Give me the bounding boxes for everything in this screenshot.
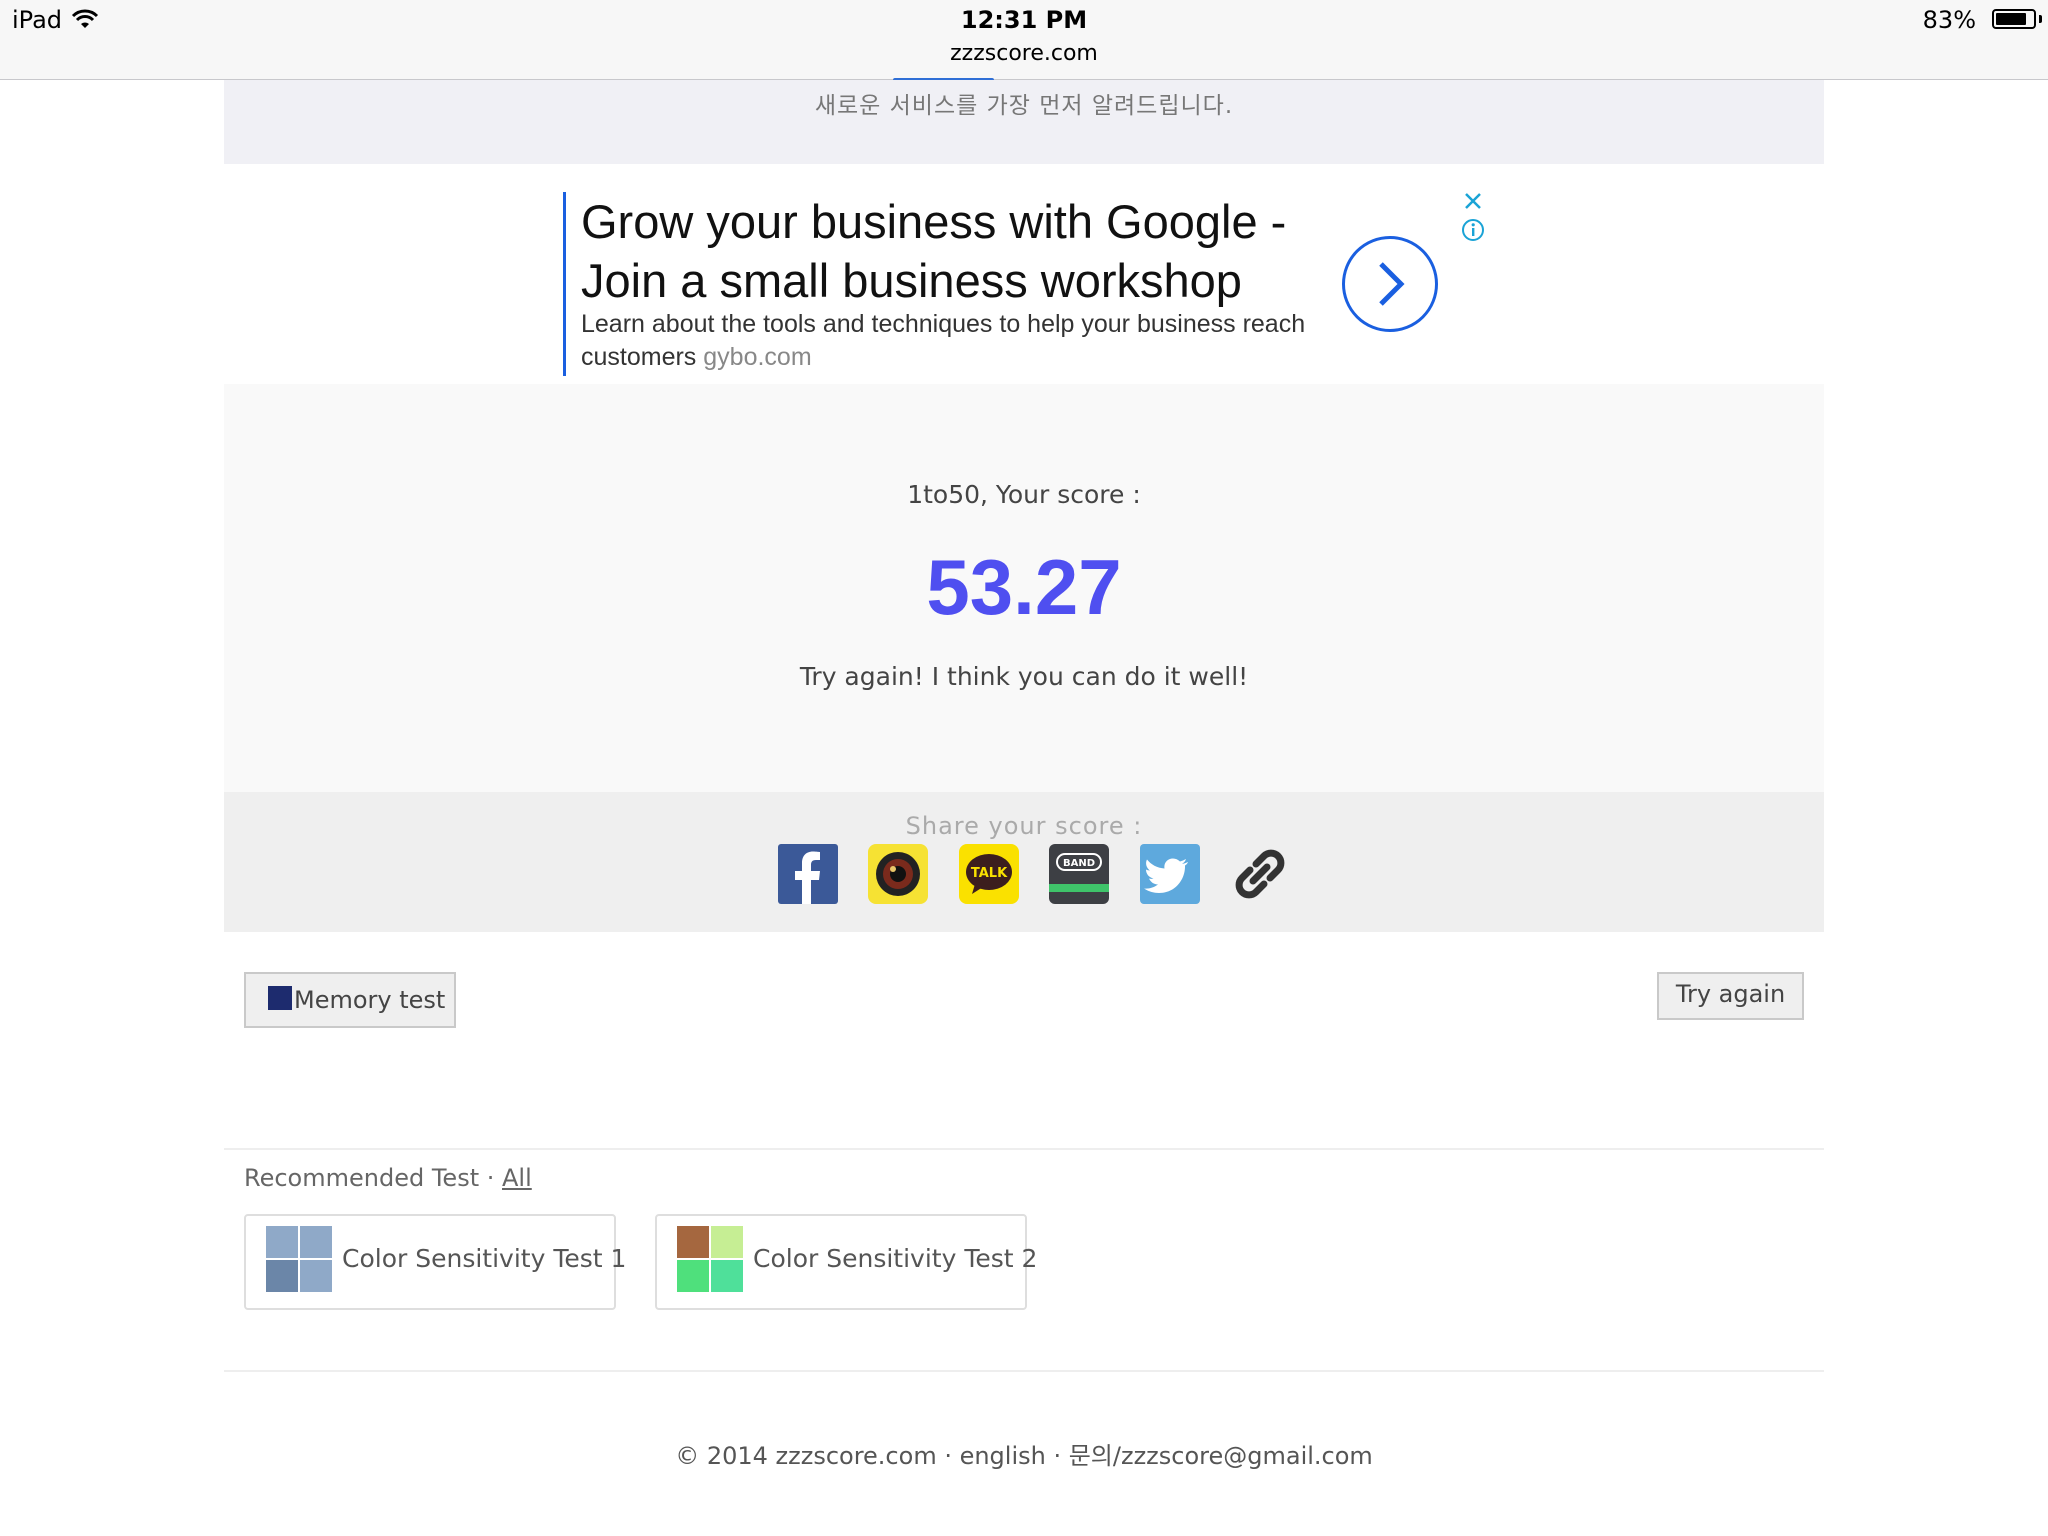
score-label: 1to50, Your score :: [907, 480, 1141, 509]
thumb-cell: [711, 1226, 743, 1258]
chevron-right-icon: [1379, 262, 1405, 306]
ad-body-text: Learn about the tools and techniques to …: [581, 310, 1306, 371]
try-again-label: Try again: [1675, 980, 1786, 1008]
link-icon: [1235, 849, 1285, 899]
camera-lens-icon: [876, 852, 920, 896]
share-band-button[interactable]: BAND: [1049, 844, 1109, 904]
ad-unit[interactable]: Grow your business with Google - Join a …: [563, 189, 1485, 376]
share-twitter-button[interactable]: [1140, 844, 1200, 904]
recommended-card[interactable]: Color Sensitivity Test 1: [244, 1214, 626, 1310]
ad-accent-bar: [563, 192, 566, 376]
divider: [224, 1148, 1824, 1150]
close-icon[interactable]: [1461, 189, 1485, 213]
ad-domain: gybo.com: [703, 343, 812, 371]
thumb-cell: [266, 1260, 298, 1292]
ad-body[interactable]: Learn about the tools and techniques to …: [581, 308, 1361, 374]
band-icon: BAND: [1049, 853, 1109, 892]
battery-fill: [1996, 13, 2026, 25]
recommended-card-label: Color Sensitivity Test 1: [342, 1244, 627, 1273]
signup-banner: 새로운 서비스를 가장 먼저 알려드립니다.: [224, 80, 1824, 164]
recommended-card-label: Color Sensitivity Test 2: [753, 1244, 1038, 1273]
divider: [224, 1370, 1824, 1372]
browser-chrome: iPad 12:31 PM 83% zzzscore.com: [0, 0, 2048, 80]
memory-test-button[interactable]: Memory test: [244, 972, 456, 1028]
recommended-card[interactable]: Color Sensitivity Test 2: [655, 1214, 1037, 1310]
color-grid-thumbnail-icon: [677, 1226, 743, 1292]
thumb-cell: [711, 1260, 743, 1292]
memory-test-label: Memory test: [294, 986, 446, 1014]
ad-headline[interactable]: Grow your business with Google - Join a …: [581, 192, 1361, 310]
thumb-cell: [677, 1226, 709, 1258]
share-label: Share your score :: [905, 812, 1143, 840]
address-bar[interactable]: zzzscore.com: [0, 41, 2048, 66]
facebook-icon: [795, 851, 820, 904]
share-facebook-button[interactable]: [778, 844, 838, 904]
color-grid-thumbnail-icon: [266, 1226, 332, 1292]
battery-nub: [2039, 15, 2042, 23]
kakaotalk-icon-text: TALK: [971, 866, 1008, 881]
share-kakaostory-button[interactable]: [868, 844, 928, 904]
try-again-button[interactable]: Try again: [1657, 972, 1804, 1020]
thumb-cell: [300, 1260, 332, 1292]
score-panel: 1to50, Your score : 53.27 Try again! I t…: [224, 384, 1824, 792]
twitter-icon: [1144, 858, 1188, 893]
recommended-title: Recommended Test ·: [244, 1164, 495, 1192]
signup-banner-text: 새로운 서비스를 가장 먼저 알려드립니다.: [814, 93, 1234, 119]
footer-text: © 2014 zzzscore.com · english · 문의/zzzsc…: [675, 1442, 1373, 1470]
battery-icon: [1992, 9, 2036, 29]
thumb-cell: [266, 1226, 298, 1258]
band-icon-text: BAND: [1063, 858, 1095, 869]
status-clock: 12:31 PM: [960, 6, 1088, 34]
share-kakaotalk-button[interactable]: TALK: [959, 844, 1019, 904]
thumb-cell: [677, 1260, 709, 1292]
recommended-header: Recommended Test · All: [244, 1164, 532, 1192]
score-value: 53.27: [926, 543, 1122, 631]
copy-link-button[interactable]: [1230, 844, 1290, 904]
share-panel: Share your score : TALK BAND: [224, 792, 1824, 932]
info-icon[interactable]: [1461, 218, 1485, 242]
ad-open-button[interactable]: [1342, 236, 1438, 332]
thumb-cell: [300, 1226, 332, 1258]
memory-test-icon: [268, 986, 292, 1010]
score-message: Try again! I think you can do it well!: [799, 662, 1249, 691]
kakaotalk-icon: TALK: [966, 854, 1012, 894]
recommended-all-link[interactable]: All: [502, 1164, 532, 1192]
battery-percentage: 83%: [1922, 6, 1976, 34]
